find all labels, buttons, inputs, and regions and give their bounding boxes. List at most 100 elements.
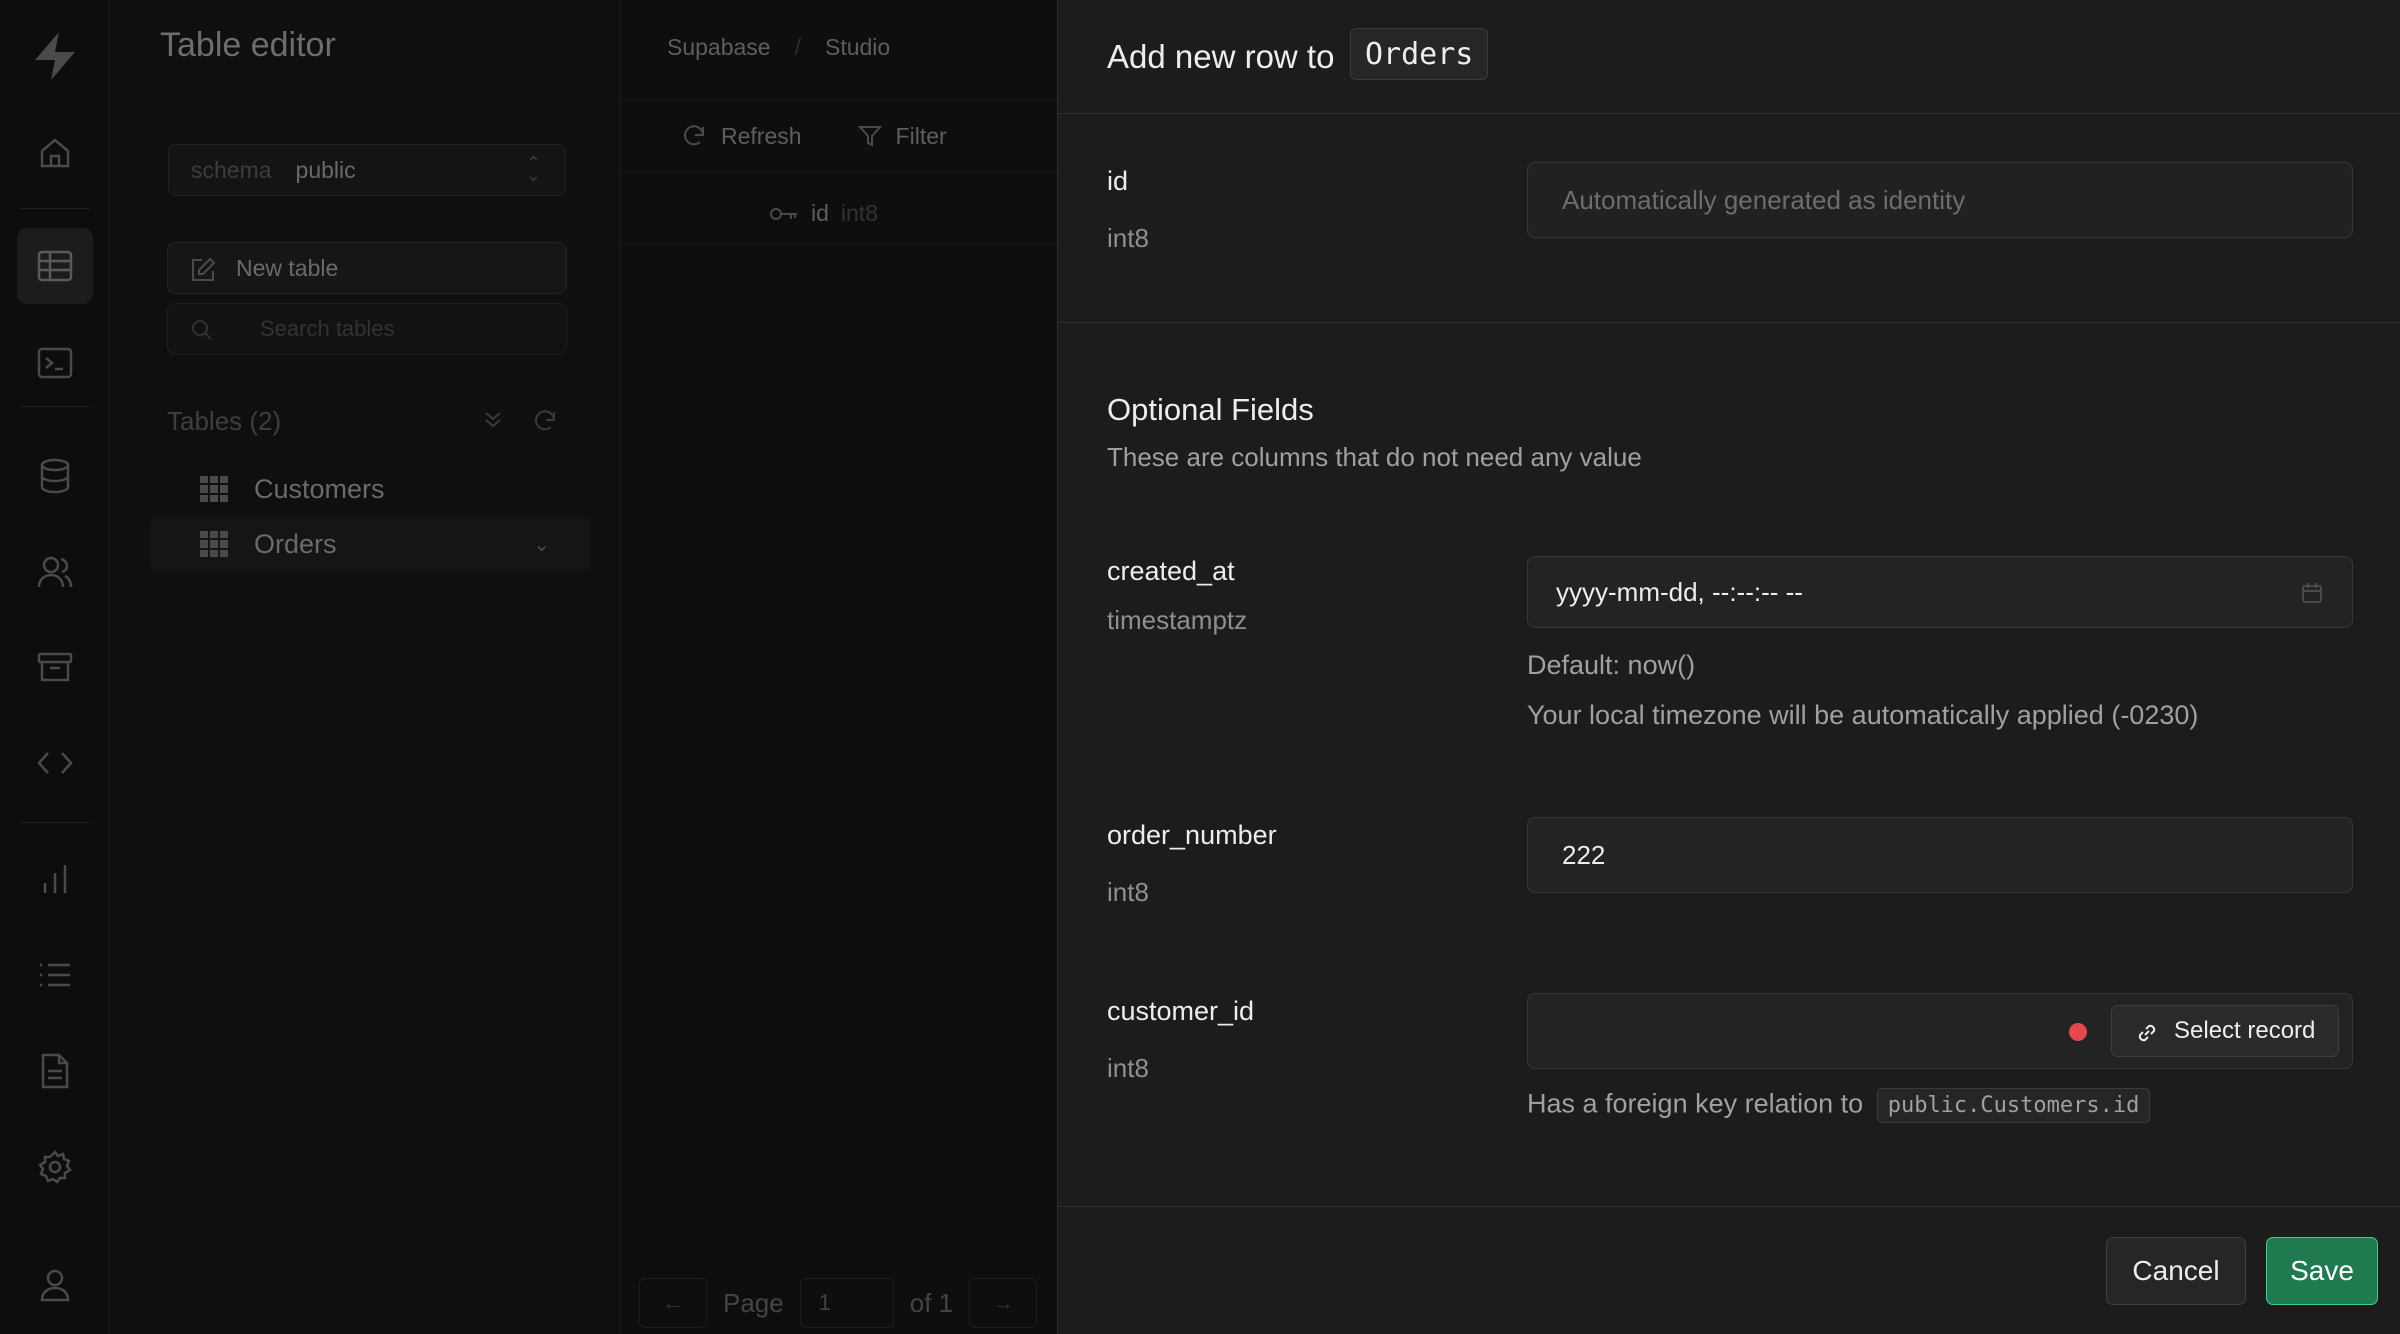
table-item-label: Customers xyxy=(254,473,385,504)
auth-users-icon[interactable] xyxy=(34,551,76,593)
table-editor-panel: Table editor schema public ⌃ ⌄ New table … xyxy=(110,0,621,1334)
created-at-timezone-note: Your local timezone will be automaticall… xyxy=(1527,700,2199,730)
created-at-default: Default: now() xyxy=(1527,650,1696,680)
field-name-customer-id: customer_id xyxy=(1107,996,1255,1026)
filter-label: Filter xyxy=(895,122,947,149)
optional-fields-description: These are columns that do not need any v… xyxy=(1107,442,1642,472)
table-item-orders[interactable]: Orders ⌄ xyxy=(150,517,590,571)
drawer-title: Add new row to xyxy=(1107,38,1335,75)
home-icon[interactable] xyxy=(34,132,76,174)
search-icon xyxy=(192,320,212,340)
account-icon[interactable] xyxy=(34,1264,76,1306)
logs-icon[interactable] xyxy=(34,954,76,996)
arrow-right-icon: → xyxy=(992,1290,1015,1315)
settings-icon[interactable] xyxy=(34,1146,76,1188)
drawer-header: Add new row to Orders xyxy=(1058,0,2400,114)
chevron-down-icon[interactable]: ⌄ xyxy=(533,532,550,557)
refresh-icon[interactable] xyxy=(532,408,558,434)
page-input[interactable]: 1 xyxy=(799,1278,894,1328)
column-type: int8 xyxy=(840,200,878,226)
search-tables-input[interactable]: Search tables xyxy=(167,303,567,355)
column-header-id[interactable]: id int8 xyxy=(621,183,1061,245)
link-icon xyxy=(2138,1024,2156,1042)
app-root: Table editor schema public ⌃ ⌄ New table … xyxy=(0,0,2400,1334)
calendar-icon[interactable] xyxy=(2300,581,2324,605)
order-number-value: 222 xyxy=(1562,839,1606,870)
refresh-label: Refresh xyxy=(721,122,802,149)
tables-heading: Tables (2) xyxy=(167,406,282,436)
cancel-button[interactable]: Cancel xyxy=(2106,1237,2246,1305)
filter-icon xyxy=(857,126,882,147)
key-icon xyxy=(770,207,797,220)
page-label: Page xyxy=(723,1287,784,1318)
breadcrumb: Supabase / Studio xyxy=(667,34,890,61)
previous-page-button[interactable]: ← xyxy=(639,1278,707,1328)
foreign-key-target: public.Customers.id xyxy=(1876,1088,2151,1123)
breadcrumb-separator: / xyxy=(794,34,801,60)
schema-selector[interactable]: schema public ⌃ ⌄ xyxy=(168,144,566,196)
id-input: Automatically generated as identity xyxy=(1527,162,2353,238)
chevron-up-down-icon: ⌃ ⌄ xyxy=(525,153,541,185)
select-record-label: Select record xyxy=(2174,1017,2316,1044)
save-button[interactable]: Save xyxy=(2266,1237,2378,1305)
sql-editor-icon[interactable] xyxy=(34,342,76,384)
arrow-left-icon: ← xyxy=(662,1290,684,1315)
field-type-created-at: timestamptz xyxy=(1107,605,1248,635)
page-total: of 1 xyxy=(909,1287,954,1318)
reports-icon[interactable] xyxy=(34,858,76,900)
schema-value: public xyxy=(295,156,356,183)
order-number-input[interactable]: 222 xyxy=(1527,817,2353,893)
field-name-created-at: created_at xyxy=(1107,556,1235,586)
rail-divider xyxy=(20,822,90,823)
new-table-label: New table xyxy=(236,254,339,281)
customer-id-input[interactable]: Select record xyxy=(1527,993,2353,1069)
refresh-icon xyxy=(684,125,704,146)
breadcrumb-item[interactable]: Studio xyxy=(825,34,890,61)
storage-icon[interactable] xyxy=(34,646,76,688)
table-item-customers[interactable]: Customers xyxy=(150,462,590,516)
rail-divider xyxy=(20,406,90,407)
column-name: id xyxy=(811,200,829,226)
nav-rail xyxy=(0,0,110,1334)
database-icon[interactable] xyxy=(34,455,76,497)
required-indicator-dot xyxy=(2069,1023,2087,1041)
created-at-input[interactable]: yyyy-mm-dd, --:--:-- -- xyxy=(1527,556,2353,628)
docs-icon[interactable] xyxy=(34,1050,76,1092)
field-type-customer-id: int8 xyxy=(1107,1053,1149,1083)
rail-divider xyxy=(20,208,90,209)
foreign-key-note: Has a foreign key relation to public.Cus… xyxy=(1527,1088,2151,1123)
foreign-key-text: Has a foreign key relation to xyxy=(1527,1088,1864,1119)
new-table-button[interactable]: New table xyxy=(167,242,567,294)
select-record-button[interactable]: Select record xyxy=(2111,1005,2339,1057)
grid-toolbar: Refresh Filter xyxy=(621,100,1061,172)
collapse-icon[interactable] xyxy=(482,408,504,430)
api-docs-icon[interactable] xyxy=(34,742,76,784)
table-editor-icon[interactable] xyxy=(17,228,93,304)
field-type-order-number: int8 xyxy=(1107,877,1149,907)
field-type-id: int8 xyxy=(1107,223,1149,253)
schema-label: schema xyxy=(191,156,272,183)
id-input-placeholder: Automatically generated as identity xyxy=(1562,184,1966,215)
filter-button[interactable]: Filter xyxy=(857,122,947,150)
created-at-value: yyyy-mm-dd, --:--:-- -- xyxy=(1556,576,1803,607)
table-icon xyxy=(200,531,228,557)
table-item-label: Orders xyxy=(254,528,337,559)
field-name-order-number: order_number xyxy=(1107,820,1277,850)
supabase-logo-icon[interactable] xyxy=(31,30,79,82)
pagination: ← Page 1 of 1 → xyxy=(621,1272,1061,1334)
add-row-drawer: Add new row to Orders id int8 Automatica… xyxy=(1057,0,2400,1334)
table-grid: Supabase / Studio Refresh Filter id int8… xyxy=(621,0,1061,1334)
edit-icon xyxy=(192,257,216,281)
section-divider xyxy=(1058,322,2400,323)
search-placeholder: Search tables xyxy=(260,316,395,341)
refresh-button[interactable]: Refresh xyxy=(681,123,802,150)
optional-fields-title: Optional Fields xyxy=(1107,392,1314,427)
field-name-id: id xyxy=(1107,166,1129,196)
table-name-chip: Orders xyxy=(1350,28,1489,80)
tables-heading-actions xyxy=(482,408,558,434)
breadcrumb-item[interactable]: Supabase xyxy=(667,34,771,61)
panel-title: Table editor xyxy=(160,26,336,64)
next-page-button[interactable]: → xyxy=(969,1278,1038,1328)
table-icon xyxy=(200,476,228,502)
footer-divider xyxy=(1058,1206,2400,1207)
